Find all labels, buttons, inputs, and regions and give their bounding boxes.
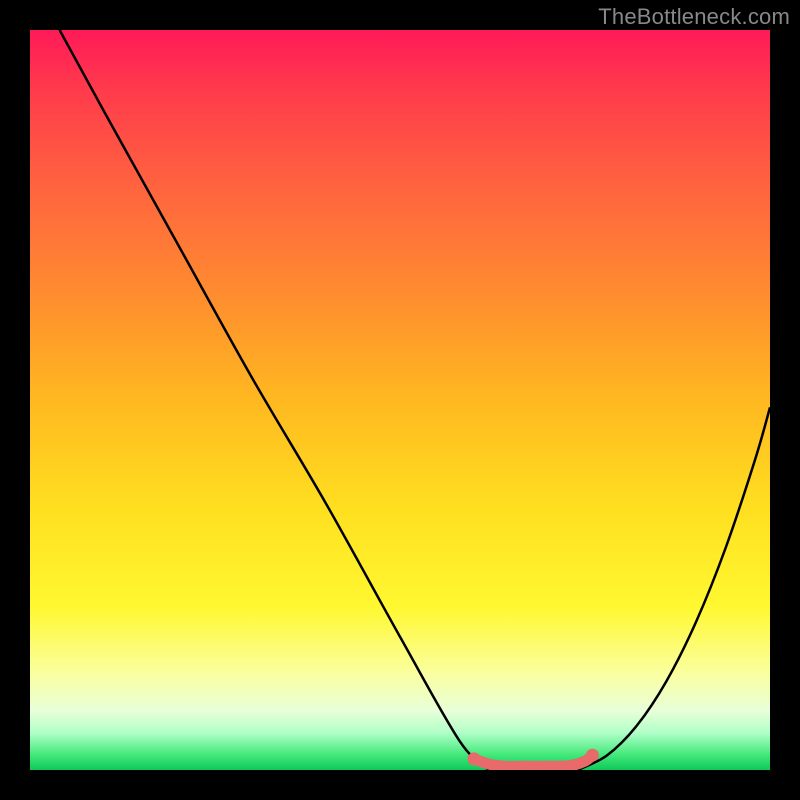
right-curve — [578, 407, 770, 770]
flat-marker — [474, 755, 592, 766]
chart-frame: TheBottleneck.com — [0, 0, 800, 800]
curves-layer — [30, 30, 770, 770]
marker-end-dot — [468, 752, 481, 765]
plot-area — [30, 30, 770, 770]
watermark-text: TheBottleneck.com — [598, 4, 790, 30]
left-curve — [60, 30, 489, 770]
marker-end-dot — [586, 749, 599, 762]
